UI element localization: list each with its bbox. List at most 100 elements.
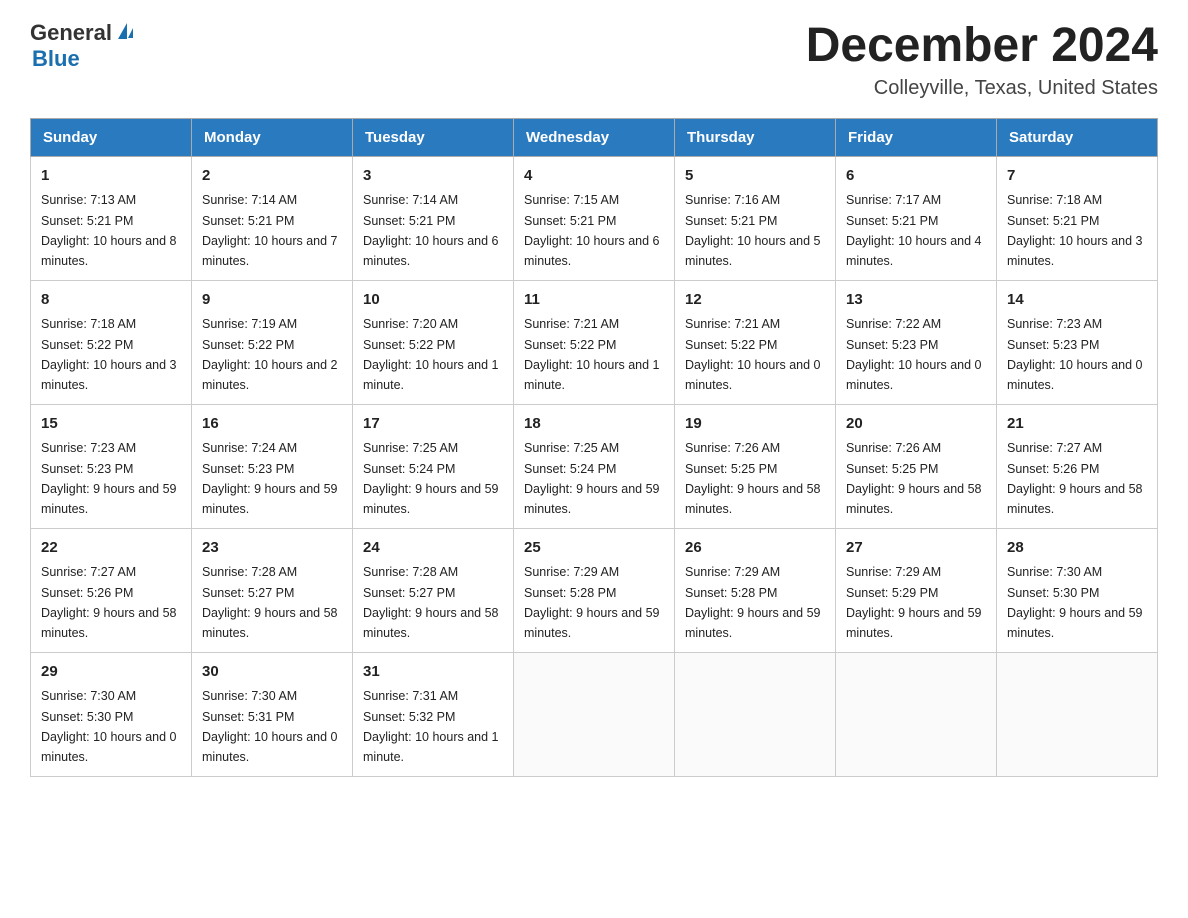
day-number: 10 [363,289,503,312]
day-info: Sunrise: 7:25 AMSunset: 5:24 PMDaylight:… [524,441,660,516]
calendar-cell: 6 Sunrise: 7:17 AMSunset: 5:21 PMDayligh… [836,156,997,280]
calendar-cell: 26 Sunrise: 7:29 AMSunset: 5:28 PMDaylig… [675,528,836,652]
day-number: 14 [1007,289,1147,312]
calendar-cell: 25 Sunrise: 7:29 AMSunset: 5:28 PMDaylig… [514,528,675,652]
day-number: 22 [41,537,181,560]
day-number: 13 [846,289,986,312]
calendar-cell: 13 Sunrise: 7:22 AMSunset: 5:23 PMDaylig… [836,280,997,404]
day-info: Sunrise: 7:29 AMSunset: 5:28 PMDaylight:… [524,565,660,640]
calendar-week-5: 29 Sunrise: 7:30 AMSunset: 5:30 PMDaylig… [31,652,1158,776]
day-info: Sunrise: 7:18 AMSunset: 5:21 PMDaylight:… [1007,193,1143,268]
day-number: 27 [846,537,986,560]
calendar-week-3: 15 Sunrise: 7:23 AMSunset: 5:23 PMDaylig… [31,404,1158,528]
calendar-cell: 2 Sunrise: 7:14 AMSunset: 5:21 PMDayligh… [192,156,353,280]
day-info: Sunrise: 7:23 AMSunset: 5:23 PMDaylight:… [1007,317,1143,392]
day-info: Sunrise: 7:27 AMSunset: 5:26 PMDaylight:… [1007,441,1143,516]
calendar-cell: 12 Sunrise: 7:21 AMSunset: 5:22 PMDaylig… [675,280,836,404]
calendar-cell: 16 Sunrise: 7:24 AMSunset: 5:23 PMDaylig… [192,404,353,528]
calendar-cell [675,652,836,776]
calendar-cell: 15 Sunrise: 7:23 AMSunset: 5:23 PMDaylig… [31,404,192,528]
calendar-header-row: SundayMondayTuesdayWednesdayThursdayFrid… [31,118,1158,156]
day-info: Sunrise: 7:30 AMSunset: 5:30 PMDaylight:… [41,689,177,764]
day-number: 11 [524,289,664,312]
day-number: 2 [202,165,342,188]
day-info: Sunrise: 7:26 AMSunset: 5:25 PMDaylight:… [685,441,821,516]
calendar-week-4: 22 Sunrise: 7:27 AMSunset: 5:26 PMDaylig… [31,528,1158,652]
calendar-cell: 23 Sunrise: 7:28 AMSunset: 5:27 PMDaylig… [192,528,353,652]
logo: General Blue [30,20,133,72]
title-block: December 2024 Colleyville, Texas, United… [806,20,1158,100]
day-number: 18 [524,413,664,436]
day-number: 8 [41,289,181,312]
day-info: Sunrise: 7:21 AMSunset: 5:22 PMDaylight:… [524,317,660,392]
calendar-cell: 5 Sunrise: 7:16 AMSunset: 5:21 PMDayligh… [675,156,836,280]
page-header: General Blue December 2024 Colleyville, … [30,20,1158,100]
header-tuesday: Tuesday [353,118,514,156]
calendar-cell: 4 Sunrise: 7:15 AMSunset: 5:21 PMDayligh… [514,156,675,280]
calendar-cell: 21 Sunrise: 7:27 AMSunset: 5:26 PMDaylig… [997,404,1158,528]
day-number: 16 [202,413,342,436]
header-wednesday: Wednesday [514,118,675,156]
day-number: 9 [202,289,342,312]
day-info: Sunrise: 7:21 AMSunset: 5:22 PMDaylight:… [685,317,821,392]
day-info: Sunrise: 7:30 AMSunset: 5:30 PMDaylight:… [1007,565,1143,640]
calendar-table: SundayMondayTuesdayWednesdayThursdayFrid… [30,118,1158,777]
day-info: Sunrise: 7:30 AMSunset: 5:31 PMDaylight:… [202,689,338,764]
calendar-cell: 27 Sunrise: 7:29 AMSunset: 5:29 PMDaylig… [836,528,997,652]
calendar-cell: 9 Sunrise: 7:19 AMSunset: 5:22 PMDayligh… [192,280,353,404]
day-number: 12 [685,289,825,312]
calendar-week-2: 8 Sunrise: 7:18 AMSunset: 5:22 PMDayligh… [31,280,1158,404]
calendar-cell: 8 Sunrise: 7:18 AMSunset: 5:22 PMDayligh… [31,280,192,404]
day-number: 3 [363,165,503,188]
header-sunday: Sunday [31,118,192,156]
calendar-cell [514,652,675,776]
logo-text-blue: Blue [32,46,80,71]
day-number: 30 [202,661,342,684]
day-info: Sunrise: 7:22 AMSunset: 5:23 PMDaylight:… [846,317,982,392]
calendar-cell: 7 Sunrise: 7:18 AMSunset: 5:21 PMDayligh… [997,156,1158,280]
day-number: 31 [363,661,503,684]
day-number: 4 [524,165,664,188]
header-monday: Monday [192,118,353,156]
calendar-cell: 18 Sunrise: 7:25 AMSunset: 5:24 PMDaylig… [514,404,675,528]
day-info: Sunrise: 7:29 AMSunset: 5:28 PMDaylight:… [685,565,821,640]
calendar-cell: 11 Sunrise: 7:21 AMSunset: 5:22 PMDaylig… [514,280,675,404]
day-info: Sunrise: 7:15 AMSunset: 5:21 PMDaylight:… [524,193,660,268]
calendar-cell: 3 Sunrise: 7:14 AMSunset: 5:21 PMDayligh… [353,156,514,280]
calendar-cell: 14 Sunrise: 7:23 AMSunset: 5:23 PMDaylig… [997,280,1158,404]
calendar-cell: 31 Sunrise: 7:31 AMSunset: 5:32 PMDaylig… [353,652,514,776]
logo-icon [115,27,133,39]
day-info: Sunrise: 7:16 AMSunset: 5:21 PMDaylight:… [685,193,821,268]
calendar-cell: 24 Sunrise: 7:28 AMSunset: 5:27 PMDaylig… [353,528,514,652]
day-number: 19 [685,413,825,436]
day-number: 7 [1007,165,1147,188]
day-number: 29 [41,661,181,684]
day-info: Sunrise: 7:14 AMSunset: 5:21 PMDaylight:… [202,193,338,268]
day-number: 24 [363,537,503,560]
calendar-cell: 10 Sunrise: 7:20 AMSunset: 5:22 PMDaylig… [353,280,514,404]
day-number: 28 [1007,537,1147,560]
day-number: 26 [685,537,825,560]
day-number: 1 [41,165,181,188]
day-info: Sunrise: 7:14 AMSunset: 5:21 PMDaylight:… [363,193,499,268]
day-info: Sunrise: 7:29 AMSunset: 5:29 PMDaylight:… [846,565,982,640]
month-title: December 2024 [806,20,1158,73]
day-info: Sunrise: 7:25 AMSunset: 5:24 PMDaylight:… [363,441,499,516]
day-info: Sunrise: 7:28 AMSunset: 5:27 PMDaylight:… [202,565,338,640]
calendar-cell: 28 Sunrise: 7:30 AMSunset: 5:30 PMDaylig… [997,528,1158,652]
day-info: Sunrise: 7:19 AMSunset: 5:22 PMDaylight:… [202,317,338,392]
day-info: Sunrise: 7:28 AMSunset: 5:27 PMDaylight:… [363,565,499,640]
calendar-week-1: 1 Sunrise: 7:13 AMSunset: 5:21 PMDayligh… [31,156,1158,280]
day-number: 20 [846,413,986,436]
calendar-cell: 29 Sunrise: 7:30 AMSunset: 5:30 PMDaylig… [31,652,192,776]
calendar-cell: 20 Sunrise: 7:26 AMSunset: 5:25 PMDaylig… [836,404,997,528]
header-saturday: Saturday [997,118,1158,156]
day-info: Sunrise: 7:24 AMSunset: 5:23 PMDaylight:… [202,441,338,516]
day-number: 15 [41,413,181,436]
calendar-cell: 22 Sunrise: 7:27 AMSunset: 5:26 PMDaylig… [31,528,192,652]
day-number: 21 [1007,413,1147,436]
day-info: Sunrise: 7:27 AMSunset: 5:26 PMDaylight:… [41,565,177,640]
calendar-cell: 30 Sunrise: 7:30 AMSunset: 5:31 PMDaylig… [192,652,353,776]
day-info: Sunrise: 7:31 AMSunset: 5:32 PMDaylight:… [363,689,499,764]
calendar-cell: 17 Sunrise: 7:25 AMSunset: 5:24 PMDaylig… [353,404,514,528]
